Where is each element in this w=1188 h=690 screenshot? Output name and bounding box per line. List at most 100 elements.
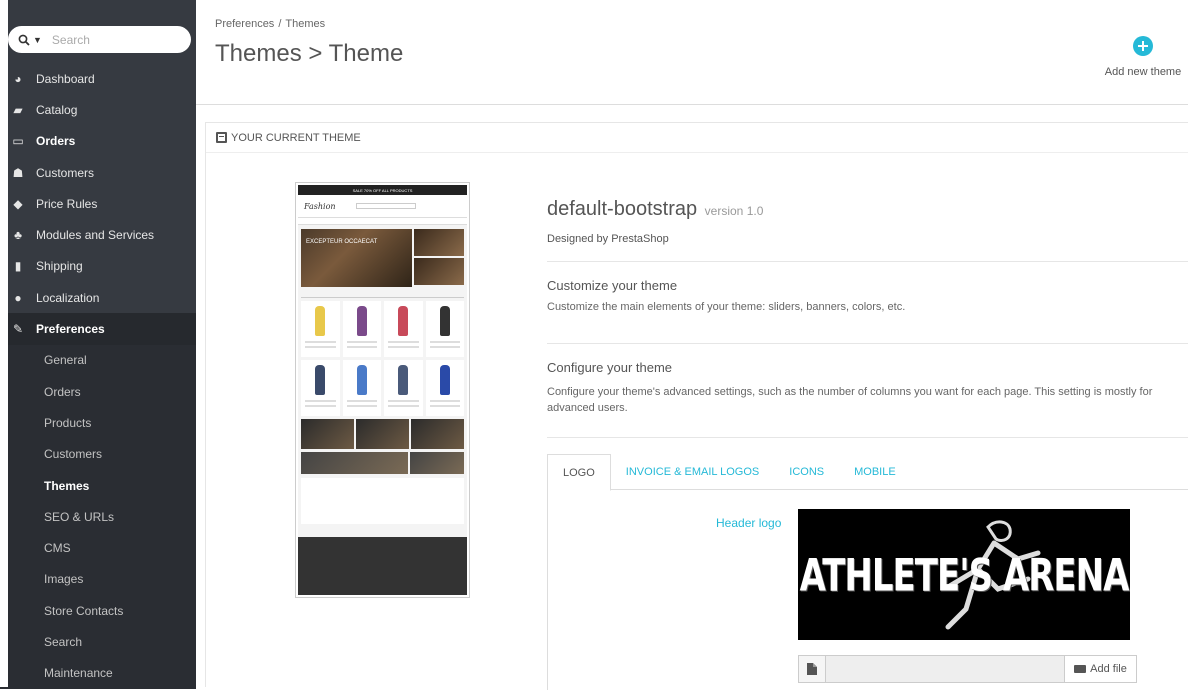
search-type-dropdown[interactable]: ▼	[8, 34, 42, 46]
preview-nav	[298, 217, 467, 225]
tab-invoice-email-logos[interactable]: INVOICE & EMAIL LOGOS	[611, 454, 774, 490]
tab-mobile[interactable]: MOBILE	[839, 454, 911, 490]
users-icon: ☗	[12, 165, 24, 180]
panel-heading-label: YOUR CURRENT THEME	[231, 131, 361, 144]
preview-banner-side	[413, 229, 464, 287]
sidebar-item-label: Preferences	[36, 322, 105, 337]
search-icon	[18, 34, 30, 46]
submenu-item-general[interactable]: General	[0, 345, 196, 376]
panel-heading: YOUR CURRENT THEME	[206, 123, 1188, 153]
preview-promo-bar: SALE 70% OFF ALL PRODUCTS	[298, 185, 467, 195]
tab-logo[interactable]: LOGO	[547, 454, 611, 491]
main-menu: ◕ Dashboard ▰ Catalog ▭ Orders ☗ Custome…	[0, 63, 196, 689]
preview-category-banners	[301, 419, 464, 449]
sidebar-item-customers[interactable]: ☗ Customers	[0, 157, 196, 188]
credit-card-icon: ▭	[12, 134, 24, 149]
breadcrumb-separator: /	[278, 18, 282, 30]
preview-product	[425, 360, 464, 416]
sidebar-item-modules[interactable]: ♣ Modules and Services	[0, 219, 196, 250]
preview-header: Fashion	[298, 195, 467, 217]
page-title: Themes > Theme	[215, 40, 404, 67]
sidebar-item-label: Localization	[36, 290, 100, 305]
customize-theme-link[interactable]: Customize your theme	[547, 278, 677, 293]
add-new-theme-button[interactable]: Add new theme	[1098, 36, 1188, 78]
sidebar-item-orders[interactable]: ▭ Orders	[0, 126, 196, 157]
submenu-item-seo-urls[interactable]: SEO & URLs	[0, 501, 196, 532]
preview-product	[342, 360, 381, 416]
tab-icons[interactable]: ICONS	[774, 454, 839, 490]
configure-theme-link[interactable]: Configure your theme	[547, 360, 672, 375]
theme-version: version 1.0	[704, 204, 764, 218]
book-icon: ▰	[13, 102, 23, 117]
preview-product	[425, 301, 464, 357]
submenu-item-search[interactable]: Search	[0, 626, 196, 657]
sidebar-item-label: Dashboard	[36, 71, 95, 86]
puzzle-icon: ♣	[14, 228, 22, 243]
preview-product	[384, 360, 423, 416]
theme-name: default-bootstrap version 1.0	[547, 198, 763, 221]
wrench-icon: ✎	[12, 322, 24, 337]
sidebar-item-label: Catalog	[36, 102, 78, 117]
add-new-theme-label: Add new theme	[1104, 66, 1182, 78]
breadcrumb-preferences[interactable]: Preferences	[215, 18, 274, 30]
folder-open-icon	[1074, 665, 1087, 673]
search-input[interactable]	[51, 32, 172, 47]
header-logo-text: ATHLETE'S ARENA	[799, 550, 1130, 602]
current-theme-panel: YOUR CURRENT THEME SALE 70% OFF ALL PROD…	[205, 122, 1188, 690]
divider	[547, 437, 1188, 438]
chevron-down-icon: ▼	[33, 34, 42, 45]
page-header: Preferences / Themes Themes > Theme Add ne…	[196, 0, 1188, 105]
search-box: ▼	[8, 26, 191, 53]
submenu-item-maintenance[interactable]: Maintenance	[0, 658, 196, 689]
sidebar-item-label: Customers	[36, 165, 95, 180]
configure-theme-description: Configure your theme's advanced settings…	[547, 386, 1153, 414]
preview-logo: Fashion	[304, 201, 336, 211]
submenu-item-cms[interactable]: CMS	[0, 532, 196, 563]
sidebar-item-label: Modules and Services	[36, 228, 155, 243]
sidebar: ▼ ◕ Dashboard ▰ Catalog ▭ Orders ☗ Custo…	[0, 0, 196, 689]
preview-banner-main: EXCEPTEUR OCCAECAT	[301, 229, 412, 287]
divider	[547, 343, 1188, 344]
html5-icon	[216, 132, 227, 143]
submenu-item-store-contacts[interactable]: Store Contacts	[0, 595, 196, 626]
preview-product-grid	[301, 301, 464, 416]
sidebar-item-label: Price Rules	[36, 196, 98, 211]
theme-name-text: default-bootstrap	[547, 198, 698, 220]
theme-tabs: LOGO INVOICE & EMAIL LOGOS ICONS MOBILE	[547, 454, 1188, 491]
preview-info-block	[301, 478, 464, 524]
sidebar-item-dashboard[interactable]: ◕ Dashboard	[0, 63, 196, 94]
theme-author: Designed by PrestaShop	[547, 233, 669, 245]
customize-theme-description: Customize the main elements of your them…	[547, 301, 906, 313]
submenu-item-images[interactable]: Images	[0, 564, 196, 595]
preview-banner: EXCEPTEUR OCCAECAT	[301, 229, 464, 287]
preview-canvas: SALE 70% OFF ALL PRODUCTS Fashion EXCEPT…	[298, 185, 467, 595]
header-logo-image: ATHLETE'S ARENA	[798, 509, 1130, 640]
dashboard-icon: ◕	[14, 71, 22, 86]
preview-product	[301, 360, 340, 416]
add-file-button[interactable]: Add file	[1064, 656, 1136, 682]
submenu-item-customers[interactable]: Customers	[0, 439, 196, 470]
preview-footer	[298, 537, 467, 595]
sidebar-item-catalog[interactable]: ▰ Catalog	[0, 94, 196, 125]
sidebar-item-shipping[interactable]: ▮ Shipping	[0, 251, 196, 282]
sidebar-item-localization[interactable]: ● Localization	[0, 282, 196, 313]
submenu-item-orders[interactable]: Orders	[0, 376, 196, 407]
sidebar-item-preferences[interactable]: ✎ Preferences	[0, 313, 196, 345]
breadcrumb-themes[interactable]: Themes	[285, 18, 325, 30]
sidebar-item-price-rules[interactable]: ◆ Price Rules	[0, 188, 196, 219]
submenu-item-products[interactable]: Products	[0, 407, 196, 438]
logo-file-upload: Add file	[798, 655, 1137, 683]
preview-category-banners-2	[301, 452, 464, 474]
add-file-label: Add file	[1090, 663, 1127, 675]
logo-file-field[interactable]	[826, 656, 1064, 682]
breadcrumb: Preferences / Themes	[215, 18, 325, 30]
plus-circle-icon	[1133, 36, 1153, 56]
preview-search	[355, 203, 416, 209]
sidebar-edge	[0, 0, 8, 687]
file-icon	[799, 656, 826, 682]
tag-icon: ◆	[13, 196, 23, 211]
submenu-item-themes[interactable]: Themes	[0, 470, 196, 501]
divider	[547, 261, 1188, 262]
preview-tabs	[301, 291, 464, 298]
preview-product	[342, 301, 381, 357]
